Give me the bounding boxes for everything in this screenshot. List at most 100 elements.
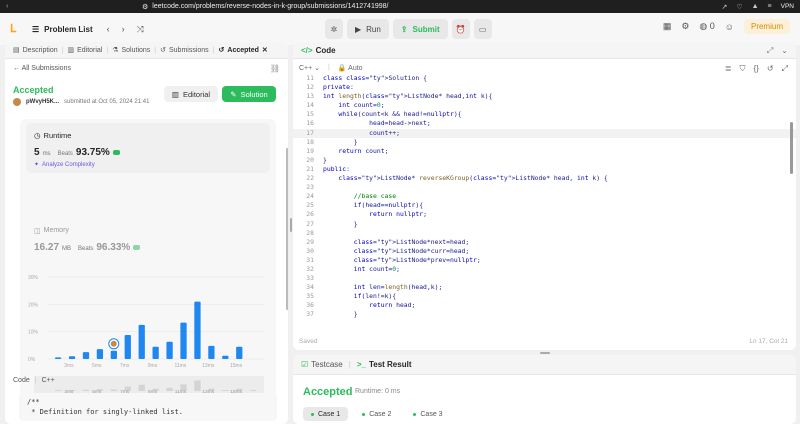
code-line[interactable]: 20} <box>293 156 796 165</box>
chevron-down-icon[interactable]: ⌄ <box>781 46 788 56</box>
runtime-distribution-chart[interactable]: 30%20%10%0%3ms5ms7ms9ms11ms13ms15ms3ms5m… <box>26 269 270 404</box>
code-line[interactable]: 11 class class="ty">Solution { <box>293 74 796 83</box>
chart-bar <box>54 357 62 359</box>
debug-button[interactable]: ✲ <box>325 19 343 39</box>
vpn-label[interactable]: VPN <box>781 3 794 10</box>
code-line[interactable]: 19 return count; <box>293 147 796 156</box>
case-tab-1[interactable]: Case 1 <box>303 407 349 421</box>
code-line[interactable]: 31 class="ty">ListNode*prev=nullptr; <box>293 256 796 265</box>
line-code: } <box>323 155 327 164</box>
memory-label: Memory <box>43 227 69 234</box>
back-icon[interactable]: ‹ <box>6 3 8 10</box>
menu-icon[interactable]: ≡ <box>768 3 772 10</box>
braces-icon[interactable]: {} <box>754 64 759 74</box>
edit-icon: ✎ <box>230 89 237 99</box>
overview-bar <box>250 390 257 391</box>
code-line[interactable]: 14 int count=0; <box>293 101 796 110</box>
address-bar[interactable]: ⚙ leetcode.com/problems/reverse-nodes-in… <box>142 1 388 12</box>
tab-description[interactable]: ▤ Description <box>13 46 58 55</box>
next-problem-icon[interactable]: › <box>122 24 125 35</box>
code-line[interactable]: 26 return nullptr; <box>293 210 796 219</box>
tab-solutions[interactable]: ⚗ Solutions <box>112 46 150 55</box>
streak-counter[interactable]: ◍ 0 <box>699 21 714 32</box>
code-line[interactable]: 13 int length(class="ty">ListNode* head,i… <box>293 92 796 101</box>
case-tab-2[interactable]: Case 2 <box>354 407 399 421</box>
tune-icon[interactable]: ⚙ <box>142 3 148 11</box>
tab-editorial[interactable]: ▥ Editorial <box>67 46 102 55</box>
code-line[interactable]: 16 head=head->next; <box>293 119 796 128</box>
solution-button[interactable]: ✎ Solution <box>222 86 276 102</box>
code-line[interactable]: 36 return head; <box>293 301 796 310</box>
code-editor[interactable]: 11 class class="ty">Solution {12 private: 1… <box>293 74 796 329</box>
code-line[interactable]: 27 } <box>293 220 796 229</box>
shuffle-icon[interactable]: ⤨ <box>137 24 144 35</box>
reset-icon[interactable]: ↺ <box>767 64 774 74</box>
leetcode-logo[interactable]: ᒪ <box>10 22 22 36</box>
code-line[interactable]: 24 //base case <box>293 192 796 201</box>
code-line[interactable]: 28 <box>293 229 796 238</box>
case-tab-3[interactable]: Case 3 <box>405 407 450 421</box>
code-line[interactable]: 33 <box>293 274 796 283</box>
share-icon[interactable]: ↗ <box>721 3 727 11</box>
settings-icon[interactable]: ⚙ <box>681 21 689 32</box>
pass-dot <box>413 412 417 416</box>
url-text[interactable]: leetcode.com/problems/reverse-nodes-in-k… <box>152 3 388 10</box>
pass-dot <box>311 412 314 416</box>
all-submissions-link[interactable]: ← All Submissions <box>13 65 71 72</box>
line-number: 27 <box>306 219 314 228</box>
code-line[interactable]: 34 int len=length(head,k); <box>293 283 796 292</box>
code-line[interactable]: 30 class="ty">ListNode*curr=head; <box>293 247 796 256</box>
editorial-button[interactable]: ▥ Editorial <box>164 86 218 102</box>
bookmark-icon[interactable]: ⛉ <box>740 64 746 74</box>
line-number: 13 <box>306 92 314 101</box>
code-line[interactable]: 18 } <box>293 138 796 147</box>
timer-button[interactable]: ⏰ <box>451 19 470 39</box>
prev-problem-icon[interactable]: ‹ <box>107 24 110 35</box>
premium-button[interactable]: Premium <box>743 19 790 34</box>
language-select[interactable]: C++ ⌄ <box>299 64 320 72</box>
analyze-complexity-link[interactable]: ✦ Analyze Complexity <box>34 161 95 169</box>
code-line[interactable]: 35 if(len!=k){ <box>293 292 796 301</box>
vertical-splitter[interactable] <box>290 218 292 232</box>
fullscreen-icon[interactable]: ⤢ <box>782 64 788 74</box>
run-button[interactable]: ▶ Run <box>347 19 389 39</box>
code-line[interactable]: 17 count++; <box>293 128 796 138</box>
line-code: public: <box>323 164 350 173</box>
code-line[interactable]: 23 <box>293 183 796 192</box>
code-line[interactable]: 32 int count=0; <box>293 265 796 274</box>
x-tick-label: 3ms <box>64 363 74 369</box>
username[interactable]: pWvyH5K... <box>26 99 59 105</box>
tab-testcase[interactable]: ☑ Testcase <box>301 360 343 369</box>
code-line[interactable]: 21 public: <box>293 165 796 174</box>
code-line[interactable]: 37 } <box>293 310 796 319</box>
problem-list-button[interactable]: ☰ Problem List <box>32 25 93 34</box>
submit-button[interactable]: ⇪ Submit <box>392 19 448 39</box>
avatar[interactable]: ☺ <box>725 22 734 32</box>
close-icon[interactable]: ✕ <box>262 46 268 54</box>
code-line[interactable]: 15 while(count<k && head!=nullptr){ <box>293 110 796 119</box>
format-icon[interactable]: ≣ <box>725 64 732 74</box>
runtime-card[interactable]: ◷ Runtime 5 ms Beats 93.75% ✦ Analyze Comp… <box>26 123 270 173</box>
line-number: 15 <box>306 110 314 119</box>
code-line[interactable]: 25 if(head==nullptr){ <box>293 201 796 210</box>
horizontal-splitter[interactable] <box>540 352 550 354</box>
editor-scrollbar[interactable] <box>790 122 793 174</box>
extension-icon[interactable]: ▲ <box>752 3 759 10</box>
notes-button[interactable]: ▭ <box>473 19 492 39</box>
memory-beats-label: Beats <box>78 246 94 252</box>
x-tick-label: 11ms <box>174 363 186 369</box>
tab-submissions[interactable]: ↺ Submissions <box>160 46 209 55</box>
code-line[interactable]: 29 class="ty">ListNode*next=head; <box>293 238 796 247</box>
auto-mode[interactable]: 🔒 Auto <box>338 64 363 72</box>
link-icon[interactable]: ⛓ <box>270 64 280 73</box>
tab-accepted[interactable]: ↺ Accepted ✕ <box>219 46 268 55</box>
memory-header[interactable]: ◫ Memory <box>34 227 69 235</box>
expand-icon[interactable]: ⤢ <box>767 46 773 56</box>
code-line[interactable]: 12 private: <box>293 83 796 92</box>
leaf-icon <box>133 245 141 250</box>
layout-icon[interactable]: ▦ <box>663 21 672 32</box>
bookmark-icon[interactable]: ♡ <box>736 3 742 11</box>
code-line[interactable]: 22 class="ty">ListNode* reverseKGroup(cl… <box>293 174 796 183</box>
left-scrollbar[interactable] <box>286 148 288 310</box>
tab-test-result[interactable]: >_ Test Result <box>357 360 412 369</box>
